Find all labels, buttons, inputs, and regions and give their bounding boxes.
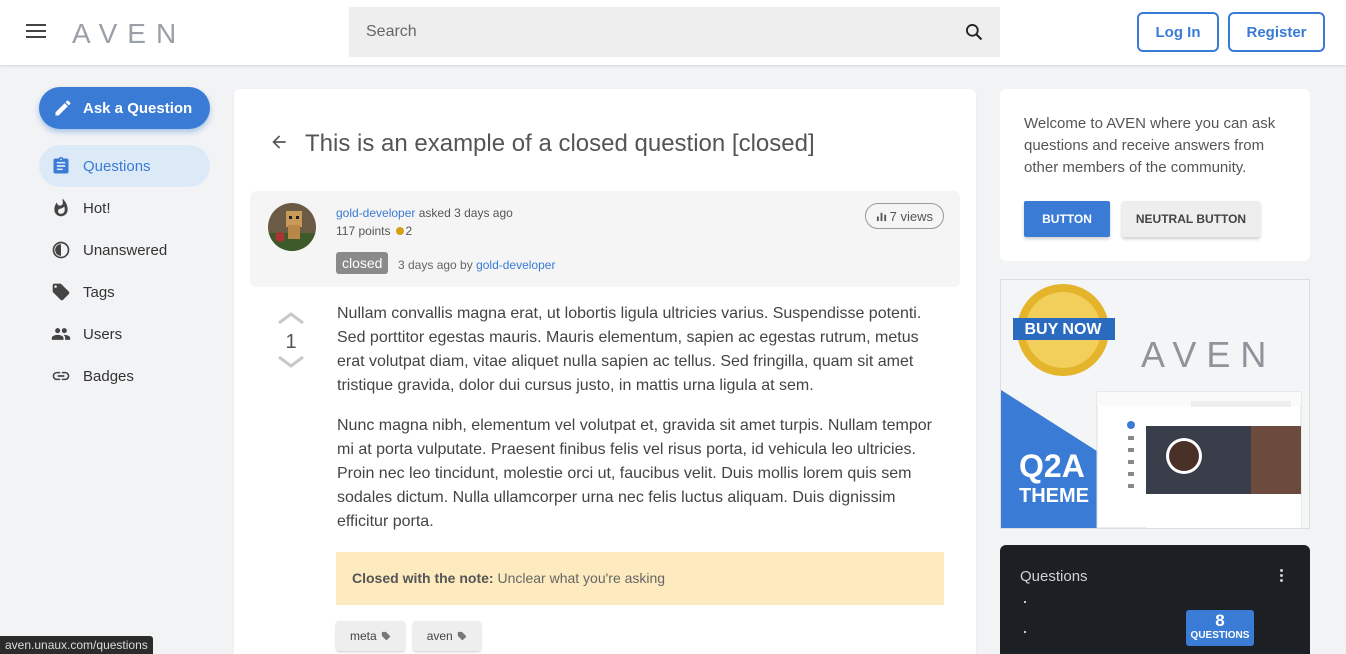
stats-widget: Questions 8 QUESTIONS [1000,545,1310,654]
body-paragraph: Nunc magna nibh, elementum vel volutpat … [337,417,932,530]
hamburger-menu-icon[interactable] [26,24,46,40]
badge-count: 2 [405,224,413,238]
question-count-label: QUESTIONS [1190,630,1250,641]
closed-note: Closed with the note: Unclear what you'r… [336,552,944,605]
stats-title: Questions [1020,568,1088,585]
question-count: 8 [1215,611,1225,630]
vote-count: 1 [285,331,297,353]
question-card: This is an example of a closed question … [234,89,976,654]
views-counter: 7 views [864,203,944,229]
clipboard-icon [53,156,69,174]
clock-icon [52,241,70,259]
sidebar-item-label: Unanswered [83,241,168,259]
search-bar [349,7,1000,57]
closed-badge: closed [336,252,389,274]
closed-note-label: Closed with the note: [352,570,494,586]
tag-label: meta [350,629,377,643]
author-link[interactable]: gold-developer [336,206,415,220]
tag-icon [52,283,70,301]
welcome-widget: Welcome to AVEN where you can ask questi… [1000,89,1310,261]
tag-icon [381,631,390,641]
ask-question-button[interactable]: Ask a Question [39,87,210,129]
asked-text: asked 3 days ago [418,206,513,220]
neutral-button[interactable]: NEUTRAL BUTTON [1122,201,1260,237]
top-header: AVEN Log In Register [0,0,1346,65]
back-arrow-icon[interactable] [268,132,290,152]
chart-point [1024,601,1026,603]
chart-point [1024,631,1026,633]
views-text: 7 views [889,208,933,224]
tag-chip[interactable]: meta [336,621,405,651]
login-button[interactable]: Log In [1137,12,1219,52]
users-icon [51,328,71,340]
sidebar-item-users[interactable]: Users [39,313,210,355]
tag-label: aven [426,629,453,643]
tag-list: meta aven [336,621,481,651]
search-icon[interactable] [964,22,984,42]
ad-q2a-label: Q2A [1019,448,1085,484]
sidebar-item-label: Hot! [83,199,111,217]
closed-note-text: Unclear what you're asking [497,570,666,586]
sidebar-item-badges[interactable]: Badges [39,355,210,397]
ask-question-label: Ask a Question [83,99,193,117]
tag-chip[interactable]: aven [412,621,481,651]
question-meta: gold-developer asked 3 days ago 117 poin… [250,191,960,287]
status-bar-url: aven.unaux.com/questions [0,636,153,654]
question-count-badge: 8 QUESTIONS [1186,610,1254,646]
asked-info: gold-developer asked 3 days ago [336,206,513,220]
sidebar-item-label: Questions [83,157,151,175]
primary-button[interactable]: BUTTON [1024,201,1110,237]
points-text: 117 points [336,224,391,238]
sidebar-item-label: Tags [83,283,115,301]
upvote-icon[interactable] [277,311,305,325]
sidebar-nav: Questions Hot! Unanswered Tags Users Bad… [39,145,210,397]
sidebar-item-label: Users [83,325,123,343]
site-logo[interactable]: AVEN [72,18,186,50]
search-input[interactable] [349,7,1000,57]
sidebar-item-label: Badges [83,367,134,385]
theme-advertisement[interactable]: BUY NOW AVEN Q2A THEME [1000,279,1310,529]
avatar[interactable] [268,203,316,251]
sidebar-item-unanswered[interactable]: Unanswered [39,229,210,271]
flame-icon [54,198,68,217]
author-points: 117 points 2 [336,224,412,238]
register-button[interactable]: Register [1228,12,1325,52]
sidebar-item-questions[interactable]: Questions [39,145,210,187]
sidebar-item-hot[interactable]: Hot! [39,187,210,229]
closed-info: 3 days ago by gold-developer [398,258,555,272]
body-paragraph: Nullam convallis magna erat, ut lobortis… [337,305,922,394]
welcome-text: Welcome to AVEN where you can ask questi… [1024,115,1276,176]
tag-icon [457,631,466,641]
downvote-icon[interactable] [277,355,305,369]
link-icon [52,371,70,381]
pencil-icon [55,100,71,116]
bar-chart-icon [876,212,886,221]
closed-by-link[interactable]: gold-developer [476,258,555,272]
vote-widget: 1 [276,311,306,374]
closed-when: 3 days ago by [398,258,473,272]
question-title: This is an example of a closed question … [305,130,815,157]
seal-text: BUY NOW [1024,321,1102,338]
gold-badge-icon [395,227,404,235]
more-options-icon[interactable] [1280,569,1284,584]
question-body: Nullam convallis magna erat, ut lobortis… [337,302,942,550]
ad-theme-label: THEME [1019,485,1089,507]
ad-logo: AVEN [1141,334,1277,375]
sidebar-item-tags[interactable]: Tags [39,271,210,313]
